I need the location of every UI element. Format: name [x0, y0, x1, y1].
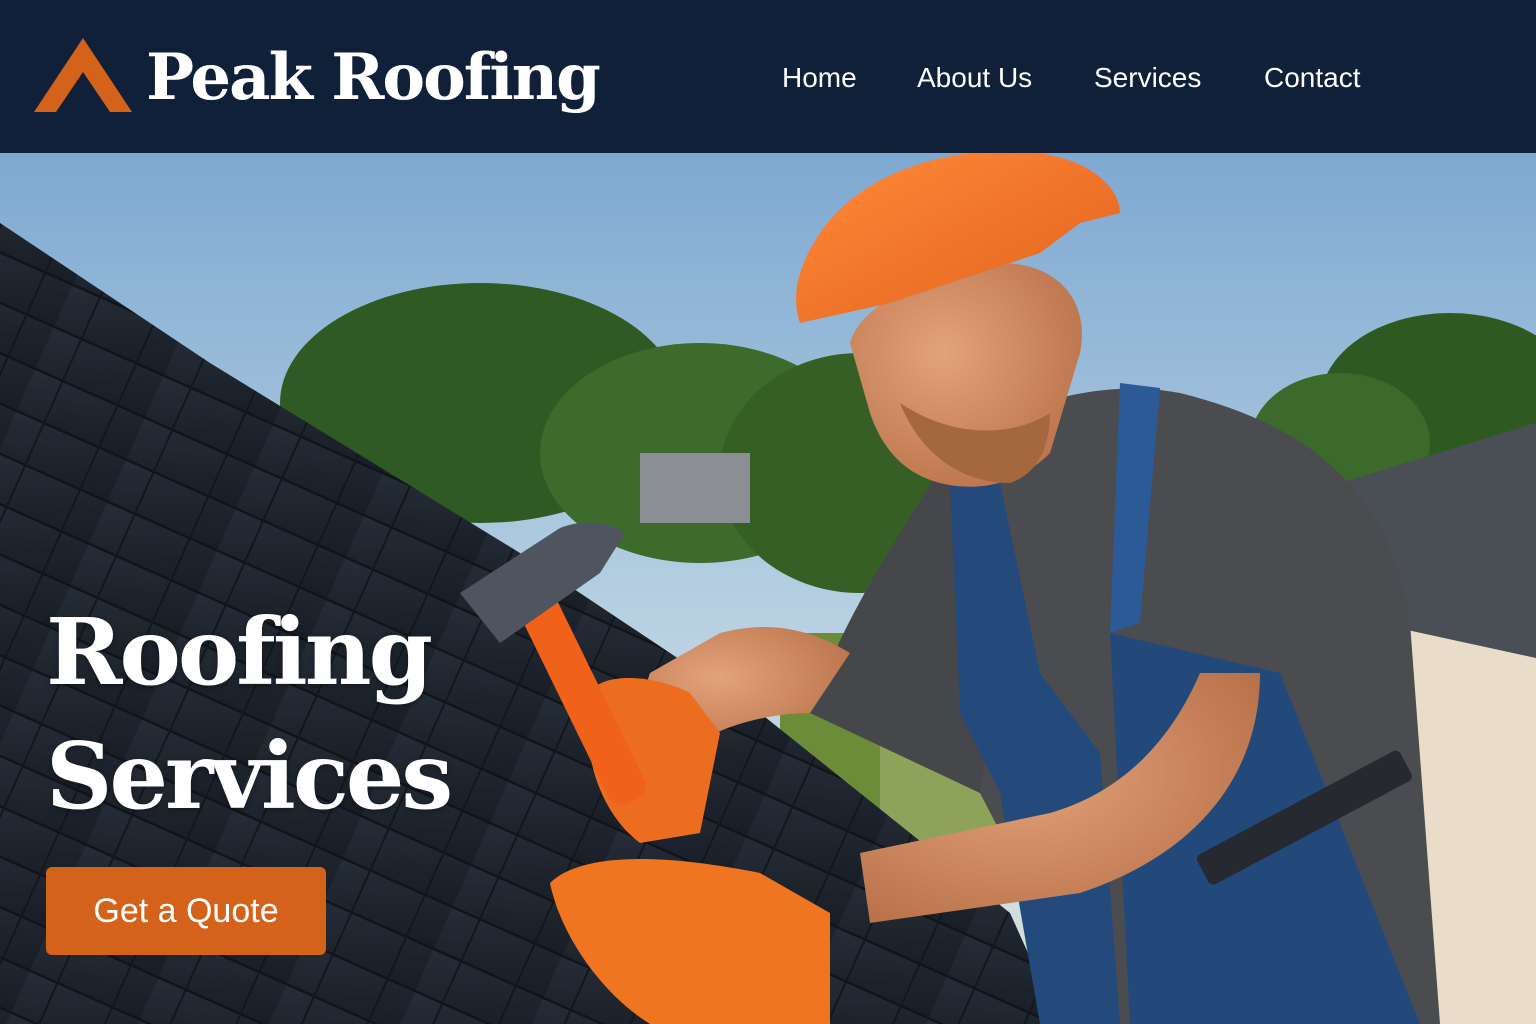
hero-title: Roofing Services	[46, 590, 453, 838]
hero-section: Roofing Services Get a Quote	[0, 153, 1536, 1024]
nav-home[interactable]: Home	[782, 58, 917, 98]
logo-link[interactable]: Peak Roofing	[34, 38, 601, 115]
nav-services[interactable]: Services	[1094, 58, 1264, 98]
main-nav: Home About Us Services Contact	[782, 58, 1374, 98]
hero-title-line-1: Roofing	[46, 598, 433, 706]
hero-title-line-2: Services	[46, 722, 453, 830]
get-a-quote-button[interactable]: Get a Quote	[46, 867, 326, 955]
brand-name: Peak Roofing	[146, 40, 601, 115]
nav-contact[interactable]: Contact	[1264, 58, 1374, 98]
roof-peak-icon	[34, 38, 132, 112]
site-header: Peak Roofing Home About Us Services Cont…	[0, 0, 1536, 153]
nav-about-us[interactable]: About Us	[917, 58, 1094, 98]
